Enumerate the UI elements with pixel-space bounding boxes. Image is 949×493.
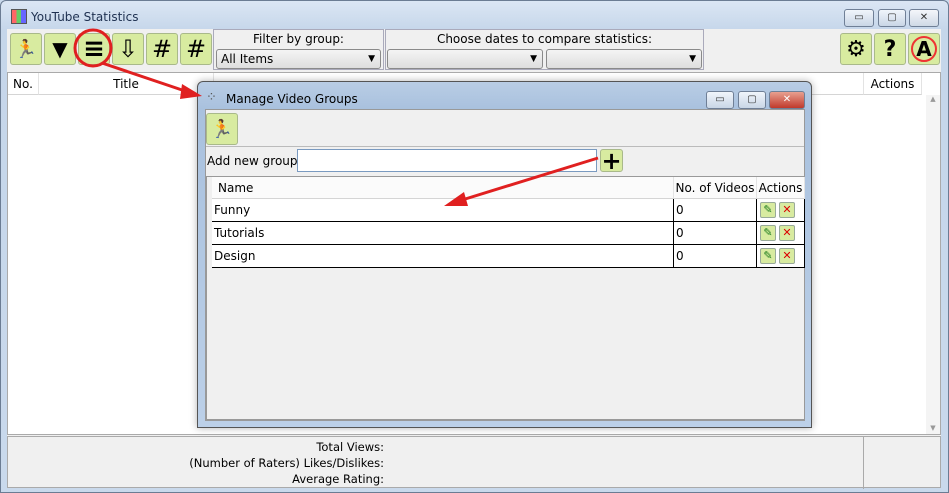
arrow-head (444, 192, 468, 206)
highlight-circle (73, 28, 113, 68)
annotation-arrow (101, 61, 189, 94)
annotation-arrow (461, 156, 599, 202)
annotation-overlay (73, 28, 599, 206)
arrow-head (180, 84, 202, 99)
